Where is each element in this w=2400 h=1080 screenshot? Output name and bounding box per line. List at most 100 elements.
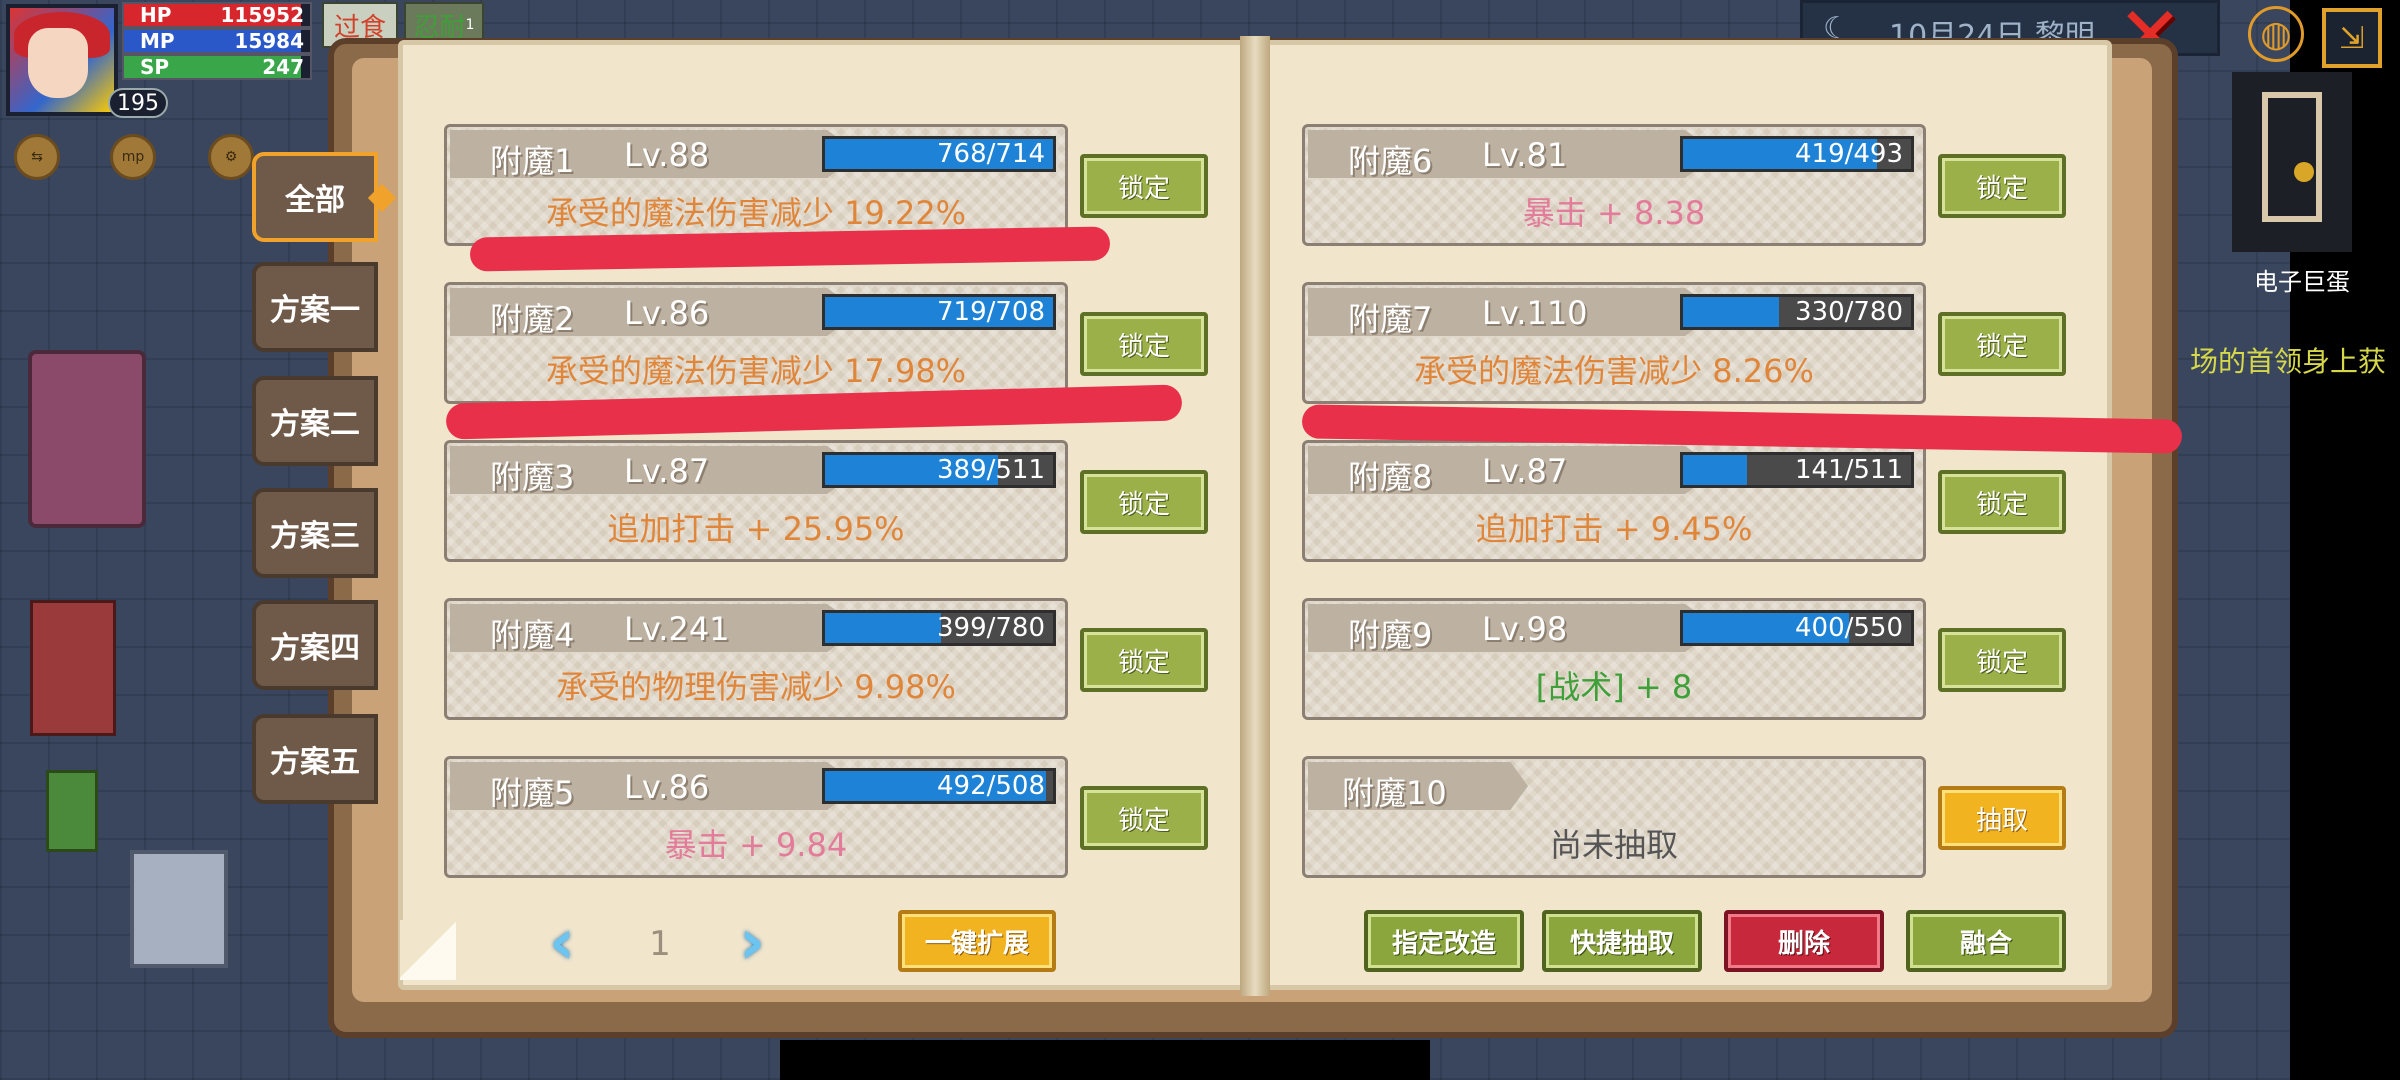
mp-potion-icon[interactable]: mp (110, 134, 156, 180)
enchant-xp-text: 719/708 (936, 297, 1045, 327)
tab-plan-2[interactable]: 方案二 (252, 376, 378, 466)
minimap[interactable] (2232, 72, 2352, 252)
lock-button[interactable]: 锁定 (1938, 312, 2066, 376)
enchant-slot-10[interactable]: 附魔10 尚未抽取 (1302, 756, 1926, 878)
enchant-slot-1[interactable]: 附魔1 Lv.88 768/714 承受的魔法伤害减少 19.22% (444, 124, 1068, 246)
enchant-slot-2[interactable]: 附魔2 Lv.86 719/708 承受的魔法伤害减少 17.98% (444, 282, 1068, 404)
tab-label: 全部 (285, 183, 345, 218)
lock-button[interactable]: 锁定 (1938, 154, 2066, 218)
stat-value: 15984 (234, 29, 304, 53)
tab-all[interactable]: 全部 (252, 152, 397, 242)
next-page-arrow-icon[interactable]: › (732, 911, 772, 976)
enchant-slot-8[interactable]: 附魔8 Lv.87 141/511 追加打击 + 9.45% (1302, 440, 1926, 562)
enchant-xp-bar: 399/780 (822, 610, 1056, 646)
stat-value: 247 (262, 55, 304, 79)
page-curl (400, 920, 456, 980)
stat-value: 115952 (220, 3, 305, 27)
designate-modify-button[interactable]: 指定改造 (1364, 910, 1524, 972)
stat-label: HP (140, 3, 172, 27)
enchant-xp-bar: 389/511 (822, 452, 1056, 488)
tab-label: 方案二 (270, 407, 360, 442)
enchant-xp-fill (825, 613, 942, 643)
enchant-level: Lv.88 (624, 136, 710, 174)
item-sprite (46, 770, 98, 852)
minimap-room (2262, 92, 2322, 222)
tab-label: 方案一 (270, 293, 360, 328)
enchant-name: 附魔8 (1348, 458, 1433, 496)
book-spine (1240, 36, 1270, 996)
enchant-xp-text: 492/508 (936, 771, 1045, 801)
exit-icon[interactable]: ⇲ (2322, 8, 2382, 68)
tab-plan-4[interactable]: 方案四 (252, 600, 378, 690)
screen-edge-bottom (780, 1040, 1430, 1080)
enchant-effect: 承受的魔法伤害减少 19.22% (545, 194, 967, 232)
enchant-xp-bar: 419/493 (1680, 136, 1914, 172)
page-number: 1 (649, 924, 671, 964)
enchant-name: 附魔5 (490, 774, 575, 812)
lock-button[interactable]: 锁定 (1080, 470, 1208, 534)
enchant-xp-bar: 719/708 (822, 294, 1056, 330)
player-avatar[interactable] (6, 4, 118, 116)
lock-button[interactable]: 锁定 (1080, 786, 1208, 850)
swap-icon[interactable]: ⇆ (14, 134, 60, 180)
fuse-button[interactable]: 融合 (1906, 910, 2066, 972)
stat-label: MP (140, 29, 175, 53)
enchant-effect: 暴击 + 8.38 (1522, 194, 1706, 232)
enchant-xp-bar: 400/550 (1680, 610, 1914, 646)
enchant-xp-text: 330/780 (1794, 297, 1903, 327)
lock-button[interactable]: 锁定 (1080, 154, 1208, 218)
enchant-effect: 承受的魔法伤害减少 8.26% (1414, 352, 1814, 390)
enchant-xp-bar: 330/780 (1680, 294, 1914, 330)
lock-button[interactable]: 锁定 (1080, 628, 1208, 692)
enchant-effect: 承受的魔法伤害减少 17.98% (545, 352, 967, 390)
enchant-xp-fill (1683, 297, 1779, 327)
enchant-name: 附魔4 (490, 616, 575, 654)
enchant-level: Lv.241 (624, 610, 730, 648)
tab-label: 方案四 (270, 631, 360, 666)
enchant-xp-text: 399/780 (936, 613, 1045, 643)
enchant-level: Lv.86 (624, 768, 710, 806)
player-level-badge: 195 (108, 88, 168, 118)
enchant-name: 附魔7 (1348, 300, 1433, 338)
enchant-xp-text: 419/493 (1794, 139, 1903, 169)
one-click-expand-button[interactable]: 一键扩展 (898, 910, 1056, 972)
delete-button[interactable]: 删除 (1724, 910, 1884, 972)
enchant-effect: 暴击 + 9.84 (664, 826, 848, 864)
enchant-slot-6[interactable]: 附魔6 Lv.81 419/493 暴击 + 8.38 (1302, 124, 1926, 246)
lock-button[interactable]: 锁定 (1938, 628, 2066, 692)
settings-gear-icon[interactable]: ⚙ (208, 134, 254, 180)
armor-sprite (130, 850, 228, 968)
enchant-level: Lv.87 (1482, 452, 1568, 490)
quick-draw-button[interactable]: 快捷抽取 (1542, 910, 1702, 972)
enchant-effect: [战术] + 8 (1535, 668, 1693, 706)
enchant-slot-9[interactable]: 附魔9 Lv.98 400/550 [战术] + 8 (1302, 598, 1926, 720)
enchant-slot-7[interactable]: 附魔7 Lv.110 330/780 承受的魔法伤害减少 8.26% (1302, 282, 1926, 404)
tab-plan-1[interactable]: 方案一 (252, 262, 378, 352)
bed-sprite (28, 350, 146, 528)
lock-button[interactable]: 锁定 (1938, 470, 2066, 534)
enchant-slot-4[interactable]: 附魔4 Lv.241 399/780 承受的物理伤害减少 9.98% (444, 598, 1068, 720)
tab-plan-5[interactable]: 方案五 (252, 714, 378, 804)
enchant-effect: 追加打击 + 25.95% (607, 510, 905, 548)
enchant-effect: 尚未抽取 (1549, 826, 1678, 864)
enchant-slot-5[interactable]: 附魔5 Lv.86 492/508 暴击 + 9.84 (444, 756, 1068, 878)
stat-bar-sp: SP 247 (122, 54, 312, 80)
stat-bar-hp: HP 115952 (122, 2, 312, 28)
enchant-xp-text: 768/714 (936, 139, 1045, 169)
enchant-level: Lv.110 (1482, 294, 1588, 332)
tab-label: 方案五 (270, 745, 360, 780)
lock-button[interactable]: 锁定 (1080, 312, 1208, 376)
enchant-xp-text: 400/550 (1794, 613, 1903, 643)
tab-plan-3[interactable]: 方案三 (252, 488, 378, 578)
draw-button[interactable]: 抽取 (1938, 786, 2066, 850)
enchant-level: Lv.98 (1482, 610, 1568, 648)
minimap-label: 电子巨蛋 (2254, 268, 2350, 296)
enchant-slot-3[interactable]: 附魔3 Lv.87 389/511 追加打击 + 25.95% (444, 440, 1068, 562)
stat-label: SP (140, 55, 170, 79)
globe-icon[interactable]: ◍ (2248, 6, 2304, 62)
enchant-name: 附魔1 (490, 142, 575, 180)
enchant-name: 附魔3 (490, 458, 575, 496)
enchant-name: 附魔6 (1348, 142, 1433, 180)
enchant-xp-text: 389/511 (936, 455, 1045, 485)
prev-page-arrow-icon[interactable]: ‹ (542, 911, 582, 976)
